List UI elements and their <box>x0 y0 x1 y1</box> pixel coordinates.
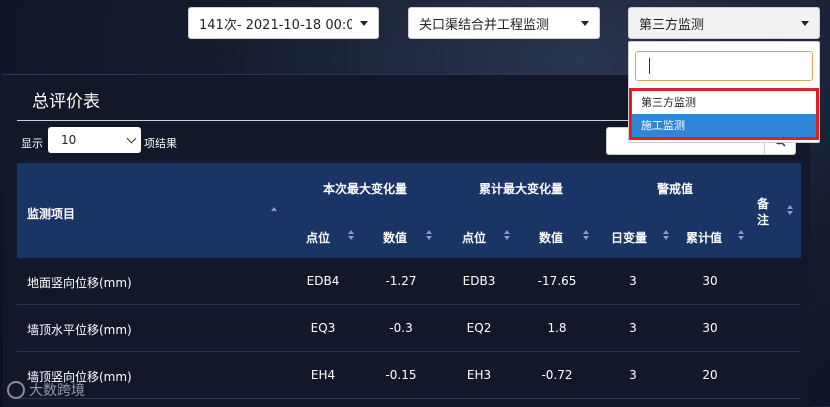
cell-warning-cumulative: 30 <box>702 321 718 335</box>
source-select[interactable]: 第三方监测 <box>628 7 820 39</box>
source-select-value: 第三方监测 <box>639 17 705 33</box>
cell-current-point: EH4 <box>310 368 336 382</box>
header-value[interactable]: 数值 <box>539 229 563 246</box>
header-remark[interactable]: 备注 <box>757 196 771 228</box>
table-row: 地面竖向位移(mm) EDB4 -1.27 EDB3 -17.65 3 30 <box>17 258 801 305</box>
cell-warning-daily: 3 <box>629 274 637 288</box>
sort-icon[interactable] <box>663 230 669 240</box>
sort-asc-icon[interactable] <box>271 207 277 211</box>
cell-item: 墙顶水平位移(mm) <box>27 323 132 337</box>
chevron-down-icon <box>126 133 137 143</box>
watermark: 大数跨境 <box>7 380 85 400</box>
cell-current-point: EQ3 <box>310 321 336 335</box>
cell-cumulative-value: 1.8 <box>547 321 567 335</box>
length-suffix-label: 项结果 <box>144 137 177 150</box>
header-cumulative-max: 累计最大变化量 <box>479 182 564 196</box>
page-length-select[interactable]: 10 <box>48 127 141 153</box>
cell-current-value: -1.27 <box>385 274 417 288</box>
period-select-value: 141次- 2021-10-18 00:00 <box>199 17 352 33</box>
header-item[interactable]: 监测项目 <box>27 205 75 222</box>
dropdown-search-input[interactable] <box>635 51 813 81</box>
sort-icon[interactable] <box>426 230 432 240</box>
cell-cumulative-value: -17.65 <box>537 274 577 288</box>
header-point[interactable]: 点位 <box>306 229 330 246</box>
cell-cumulative-value: -0.72 <box>541 368 573 382</box>
caret-down-icon <box>801 20 809 26</box>
project-select[interactable]: 关口渠结合并工程监测 <box>408 7 600 39</box>
cell-warning-daily: 3 <box>629 368 637 382</box>
cell-current-value: -0.3 <box>389 321 413 335</box>
cell-cumulative-point: EDB3 <box>462 274 496 288</box>
cell-current-value: -0.15 <box>385 368 417 382</box>
cell-warning-cumulative: 30 <box>702 274 718 288</box>
header-cumulative[interactable]: 累计值 <box>686 229 722 246</box>
page-length-value: 10 <box>61 133 77 147</box>
sort-icon[interactable] <box>738 230 744 240</box>
project-select-value: 关口渠结合并工程监测 <box>419 17 550 33</box>
sort-icon[interactable] <box>348 230 354 240</box>
table-row: 墙顶竖向位移(mm) EH4 -0.15 EH3 -0.72 3 20 <box>17 352 801 399</box>
cell-item: 地面竖向位移(mm) <box>27 276 132 290</box>
cell-cumulative-point: EH3 <box>466 368 492 382</box>
annotation-highlight-box <box>629 88 819 140</box>
header-daily[interactable]: 日变量 <box>611 229 647 246</box>
caret-down-icon <box>360 20 368 26</box>
cell-cumulative-point: EQ2 <box>466 321 492 335</box>
length-prefix-label: 显示 <box>21 137 43 150</box>
header-warning: 警戒值 <box>657 182 694 196</box>
header-value[interactable]: 数值 <box>383 229 407 246</box>
panel-title: 总评价表 <box>32 92 100 112</box>
text-cursor <box>649 58 650 74</box>
watermark-text: 大数跨境 <box>29 383 85 399</box>
table-header: 监测项目 本次最大变化量 累计最大变化量 警戒值 备注 点位 数值 点位 数值 … <box>17 163 801 258</box>
watermark-logo-icon <box>7 381 25 399</box>
header-point[interactable]: 点位 <box>462 229 486 246</box>
sort-icon[interactable] <box>787 205 793 215</box>
source-dropdown: 第三方监测 施工监测 <box>628 41 820 143</box>
table-row: 墙顶水平位移(mm) EQ3 -0.3 EQ2 1.8 3 30 <box>17 305 801 352</box>
sort-icon[interactable] <box>583 230 589 240</box>
sort-icon[interactable] <box>504 230 510 240</box>
cell-warning-cumulative: 20 <box>702 368 718 382</box>
period-select[interactable]: 141次- 2021-10-18 00:00 <box>188 7 379 39</box>
cell-current-point: EDB4 <box>306 274 340 288</box>
caret-down-icon <box>581 20 589 26</box>
cell-warning-daily: 3 <box>629 321 637 335</box>
header-current-max: 本次最大变化量 <box>323 182 408 196</box>
